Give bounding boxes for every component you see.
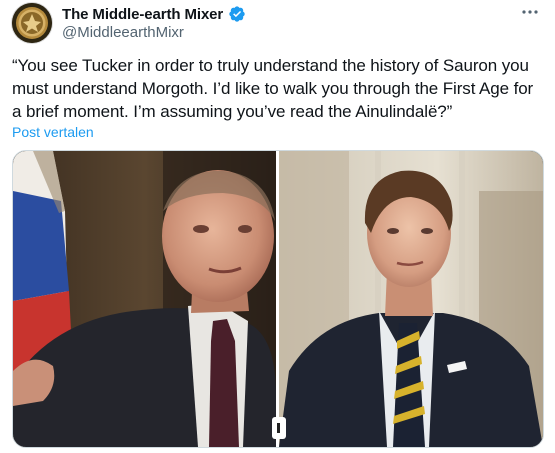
gold-seal-emblem-icon [12, 3, 52, 43]
video-timestamp-marker [272, 417, 286, 439]
left-speaker-photo [13, 151, 276, 447]
translate-post-link[interactable]: Post vertalen [12, 124, 94, 140]
author-handle[interactable]: @MiddleearthMixr [62, 24, 184, 41]
tweet-text: “You see Tucker in order to truly unders… [12, 56, 538, 121]
tweet-media[interactable] [12, 150, 544, 448]
verified-badge-icon [229, 6, 245, 22]
right-listener-photo [279, 151, 543, 447]
author-display-name[interactable]: The Middle-earth Mixer [62, 6, 223, 23]
more-options-icon[interactable] [519, 2, 541, 22]
author-avatar[interactable] [12, 3, 52, 43]
tweet-card[interactable]: The Middle-earth Mixer @MiddleearthMixr … [0, 0, 555, 453]
author-name-row: The Middle-earth Mixer [62, 4, 246, 24]
